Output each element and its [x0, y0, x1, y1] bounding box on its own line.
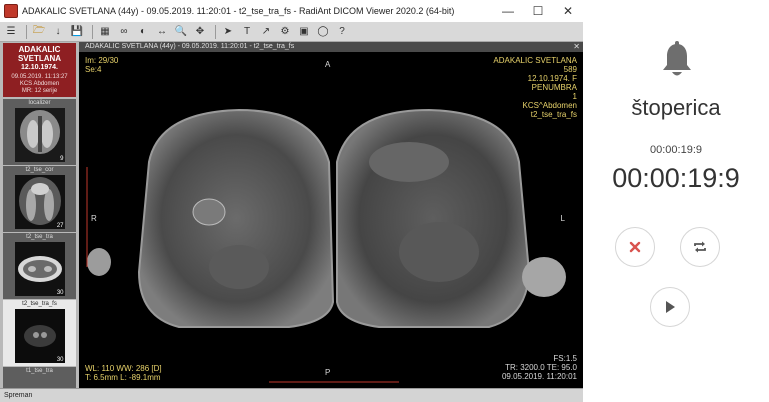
series-label: t2_tse_tra_fs — [22, 301, 57, 307]
series-image-count: 9 — [60, 156, 64, 162]
series-thumbnail[interactable]: t2_tse_cor 27 — [3, 166, 76, 232]
dicom-viewer-window: ADAKALIC SVETLANA (44y) - 09.05.2019. 11… — [0, 0, 583, 402]
settings-icon[interactable]: ⚙ — [277, 25, 293, 39]
image-viewport[interactable]: Im: 29/30 Se:4 ADAKALIC SVETLANA 589 12.… — [79, 52, 583, 388]
text-icon[interactable]: T — [239, 25, 255, 39]
link-icon[interactable]: ∞ — [116, 25, 132, 39]
window-level-overlay: WL: 110 WW: 286 [D] T: 6.5mm L: -89.1mm — [85, 364, 162, 382]
orientation-bottom: P — [325, 368, 331, 377]
patient-info-overlay: ADAKALIC SVETLANA 589 12.10.1974. F PENU… — [493, 56, 577, 119]
elapsed-time-small: 00:00:19:9 — [650, 144, 702, 156]
study-series-count: MR: 12 serije — [21, 88, 58, 94]
image-index-overlay: Im: 29/30 Se:4 — [85, 56, 119, 74]
series-preview: 27 — [14, 175, 65, 229]
series-image-count: 30 — [56, 290, 64, 296]
viewport-header: ADAKALIC SVETLANA (44y) - 09.05.2019. 11… — [79, 42, 583, 52]
close-icon — [629, 241, 641, 253]
app-icon — [4, 4, 18, 18]
play-icon — [666, 301, 675, 313]
download-icon[interactable]: ↓ — [50, 25, 66, 39]
acquisition-overlay: FS:1.5 TR: 3200.0 TE: 95.0 09.05.2019. 1… — [501, 354, 577, 381]
zoom-icon[interactable]: 🔍 — [173, 25, 189, 39]
patient-dob: 12.10.1974. — [21, 64, 58, 71]
title-bar: ADAKALIC SVETLANA (44y) - 09.05.2019. 11… — [0, 0, 583, 22]
orientation-left: R — [91, 214, 97, 223]
toolbar-divider — [92, 24, 93, 39]
viewport-title: ADAKALIC SVETLANA (44y) - 09.05.2019. 11… — [85, 43, 295, 50]
series-preview: 30 — [14, 242, 65, 296]
open-folder-icon[interactable]: 🗁 — [31, 25, 47, 39]
save-icon[interactable]: 💾 — [69, 25, 85, 39]
study-description: KCS Abdomen — [19, 81, 60, 87]
series-thumbnail-selected[interactable]: t2_tse_tra_fs 30 — [3, 300, 76, 366]
series-image-count: 30 — [56, 357, 64, 363]
series-thumbnail[interactable]: localizer 9 — [3, 99, 76, 165]
menu-icon[interactable]: ☰ — [3, 25, 19, 39]
layout-grid-icon[interactable]: ▦ — [97, 25, 113, 39]
close-icon[interactable]: ✕ — [573, 42, 580, 52]
fusion-icon[interactable]: ◯ — [315, 25, 331, 39]
cursor-icon[interactable]: ➤ — [220, 25, 236, 39]
status-bar: Spreman — [0, 388, 583, 402]
orientation-right: L — [560, 214, 565, 223]
elapsed-time-display: 00:00:19:9 — [612, 163, 740, 193]
help-icon[interactable]: ? — [334, 25, 350, 39]
measure-icon[interactable]: ↔ — [154, 25, 170, 39]
reset-button[interactable] — [615, 227, 655, 267]
toolbar: ☰ 🗁 ↓ 💾 ▦ ∞ ◐ ↔ 🔍 ✥ ➤ T ↗ ⚙ ▣ ◯ ? — [0, 22, 583, 42]
series-label: t1_tse_tra — [26, 368, 53, 374]
stopwatch-panel: štoperica 00:00:19:9 00:00:19:9 — [583, 0, 769, 402]
minimize-icon[interactable]: — — [493, 0, 523, 22]
series-sidebar: ADAKALIC SVETLANA 12.10.1974. 09.05.2019… — [0, 42, 79, 389]
series-image-count: 27 — [56, 223, 64, 229]
series-label: localizer — [28, 100, 51, 106]
orientation-top: A — [325, 60, 331, 69]
repeat-icon — [694, 241, 706, 253]
export-icon[interactable]: ↗ — [258, 25, 274, 39]
lap-button[interactable] — [680, 227, 720, 267]
start-button[interactable] — [650, 287, 690, 327]
patient-name: ADAKALIC SVETLANA — [17, 45, 62, 63]
series-preview: 30 — [14, 309, 65, 363]
series-label: t2_tse_cor — [25, 167, 54, 173]
close-icon[interactable]: ✕ — [553, 0, 583, 22]
toolbar-divider — [215, 24, 216, 39]
bell-icon[interactable] — [661, 41, 693, 79]
mpr-icon[interactable]: ▣ — [296, 25, 312, 39]
series-preview: 9 — [14, 108, 65, 162]
pan-icon[interactable]: ✥ — [192, 25, 208, 39]
maximize-icon[interactable]: ☐ — [523, 0, 553, 22]
toolbar-divider — [26, 24, 27, 39]
stopwatch-title: štoperica — [631, 95, 721, 120]
screen: ADAKALIC SVETLANA (44y) - 09.05.2019. 11… — [0, 0, 769, 402]
series-thumbnail[interactable]: t1_tse_tra — [3, 367, 76, 389]
series-thumbnail[interactable]: t2_tse_tra 30 — [3, 233, 76, 299]
patient-card[interactable]: ADAKALIC SVETLANA 12.10.1974. 09.05.2019… — [3, 43, 76, 97]
series-label: t2_tse_tra — [26, 234, 53, 240]
wl-icon[interactable]: ◐ — [135, 25, 151, 39]
study-datetime: 09.05.2019. 11:13:27 — [11, 74, 68, 80]
window-title: ADAKALIC SVETLANA (44y) - 09.05.2019. 11… — [22, 6, 455, 16]
